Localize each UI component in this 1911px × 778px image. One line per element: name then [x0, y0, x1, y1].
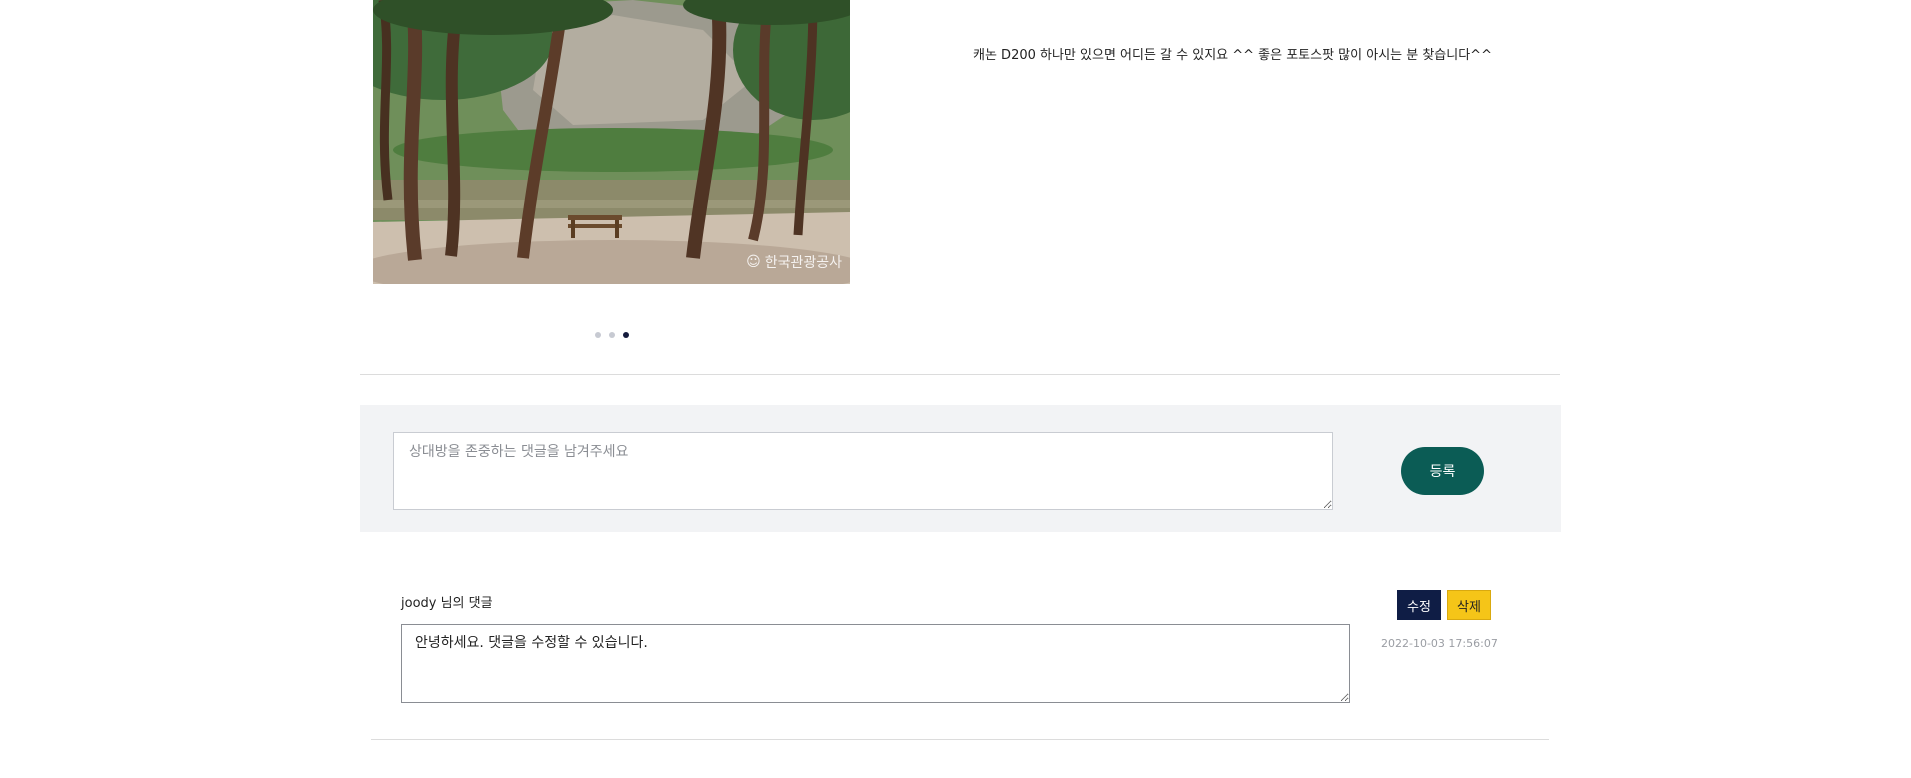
comment-edit-field[interactable]: 안녕하세요. 댓글을 수정할 수 있습니다. [401, 624, 1350, 703]
photo-image [373, 0, 850, 284]
carousel-dot-1[interactable] [595, 332, 601, 338]
section-divider [360, 374, 1560, 375]
carousel-dot-3[interactable] [623, 332, 629, 338]
edit-comment-button[interactable]: 수정 [1397, 590, 1441, 620]
comment-form: 등록 [360, 405, 1561, 532]
carousel-dot-2[interactable] [609, 332, 615, 338]
delete-comment-button[interactable]: 삭제 [1447, 590, 1491, 620]
comment-timestamp: 2022-10-03 17:56:07 [1381, 637, 1498, 650]
watermark-text: 한국관광공사 [764, 255, 842, 271]
comment-divider [371, 739, 1549, 740]
photo-watermark: ☺ 한국관광공사 [746, 252, 842, 272]
post-photo: ☺ 한국관광공사 [373, 0, 850, 284]
watermark-logo-icon: ☺ [746, 254, 761, 270]
post-description: 캐논 D200 하나만 있으면 어디든 갈 수 있지요 ^^ 좋은 포토스팟 많… [973, 48, 1492, 63]
carousel-indicators [595, 332, 629, 338]
comment-input[interactable] [393, 432, 1333, 510]
comment-author: joody 님의 댓글 [401, 596, 493, 611]
submit-comment-button[interactable]: 등록 [1401, 447, 1484, 495]
